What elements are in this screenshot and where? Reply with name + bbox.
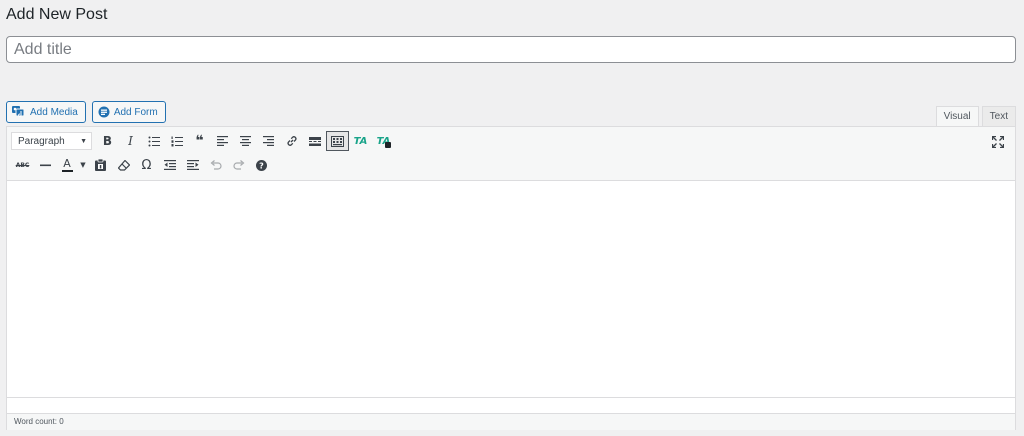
outdent-icon[interactable]: [158, 155, 181, 175]
toolbar-toggle-icon[interactable]: [326, 131, 349, 151]
link-icon[interactable]: [280, 131, 303, 151]
blockquote-icon[interactable]: ❝: [188, 131, 211, 151]
chevron-down-icon: ▼: [80, 137, 87, 145]
horizontal-line-icon[interactable]: [34, 155, 57, 175]
color-underline: [61, 169, 73, 172]
fullscreen-icon[interactable]: [986, 132, 1009, 152]
read-more-icon[interactable]: [303, 131, 326, 151]
undo-icon[interactable]: [204, 155, 227, 175]
help-icon[interactable]: ?: [250, 155, 273, 175]
numbered-list-icon[interactable]: [165, 131, 188, 151]
toolbar-row-2: ABC A ▼ Ω ?: [11, 155, 273, 175]
editor-resize-area[interactable]: [7, 397, 1015, 413]
media-icon: [12, 106, 26, 118]
align-right-icon[interactable]: [257, 131, 280, 151]
media-buttons: Add Media Add Form: [6, 101, 166, 123]
plus-badge-icon: [385, 142, 391, 148]
svg-text:?: ?: [259, 161, 264, 170]
add-media-button[interactable]: Add Media: [6, 101, 86, 123]
tab-visual[interactable]: Visual: [935, 106, 979, 127]
clear-formatting-icon[interactable]: [112, 155, 135, 175]
format-select[interactable]: Paragraph ▼: [11, 132, 92, 150]
text-ta-plus-icon[interactable]: TA: [372, 131, 395, 151]
special-character-icon[interactable]: Ω: [135, 155, 158, 175]
toolbar-row-1: Paragraph ▼ B I ❝ TA TA: [11, 131, 395, 151]
page-title: Add New Post: [6, 6, 108, 23]
format-select-value: Paragraph: [18, 135, 65, 147]
text-color-dropdown-icon[interactable]: ▼: [77, 155, 89, 175]
text-color-icon[interactable]: A: [57, 155, 77, 175]
add-media-label: Add Media: [30, 106, 78, 118]
editor-status-bar: Word count: 0: [7, 413, 1015, 430]
word-count: Word count: 0: [14, 417, 64, 426]
editor-toolbar: Paragraph ▼ B I ❝ TA TA ABC A ▼ Ω ?: [7, 127, 1015, 181]
indent-icon[interactable]: [181, 155, 204, 175]
editor-content-area[interactable]: [7, 181, 1015, 397]
tab-text[interactable]: Text: [981, 106, 1016, 127]
text-ta-icon[interactable]: TA: [349, 131, 372, 151]
add-form-button[interactable]: Add Form: [91, 101, 166, 123]
align-center-icon[interactable]: [234, 131, 257, 151]
strikethrough-icon[interactable]: ABC: [11, 155, 34, 175]
bold-icon[interactable]: B: [96, 131, 119, 151]
form-icon: [98, 106, 110, 118]
editor-tabs: Visual Text: [935, 106, 1016, 127]
italic-icon[interactable]: I: [119, 131, 142, 151]
add-form-label: Add Form: [113, 106, 158, 118]
redo-icon[interactable]: [227, 155, 250, 175]
bullet-list-icon[interactable]: [142, 131, 165, 151]
post-editor: Paragraph ▼ B I ❝ TA TA ABC A ▼ Ω ? Word…: [6, 126, 1016, 430]
post-title-input[interactable]: [6, 36, 1016, 63]
paste-text-icon[interactable]: [89, 155, 112, 175]
align-left-icon[interactable]: [211, 131, 234, 151]
